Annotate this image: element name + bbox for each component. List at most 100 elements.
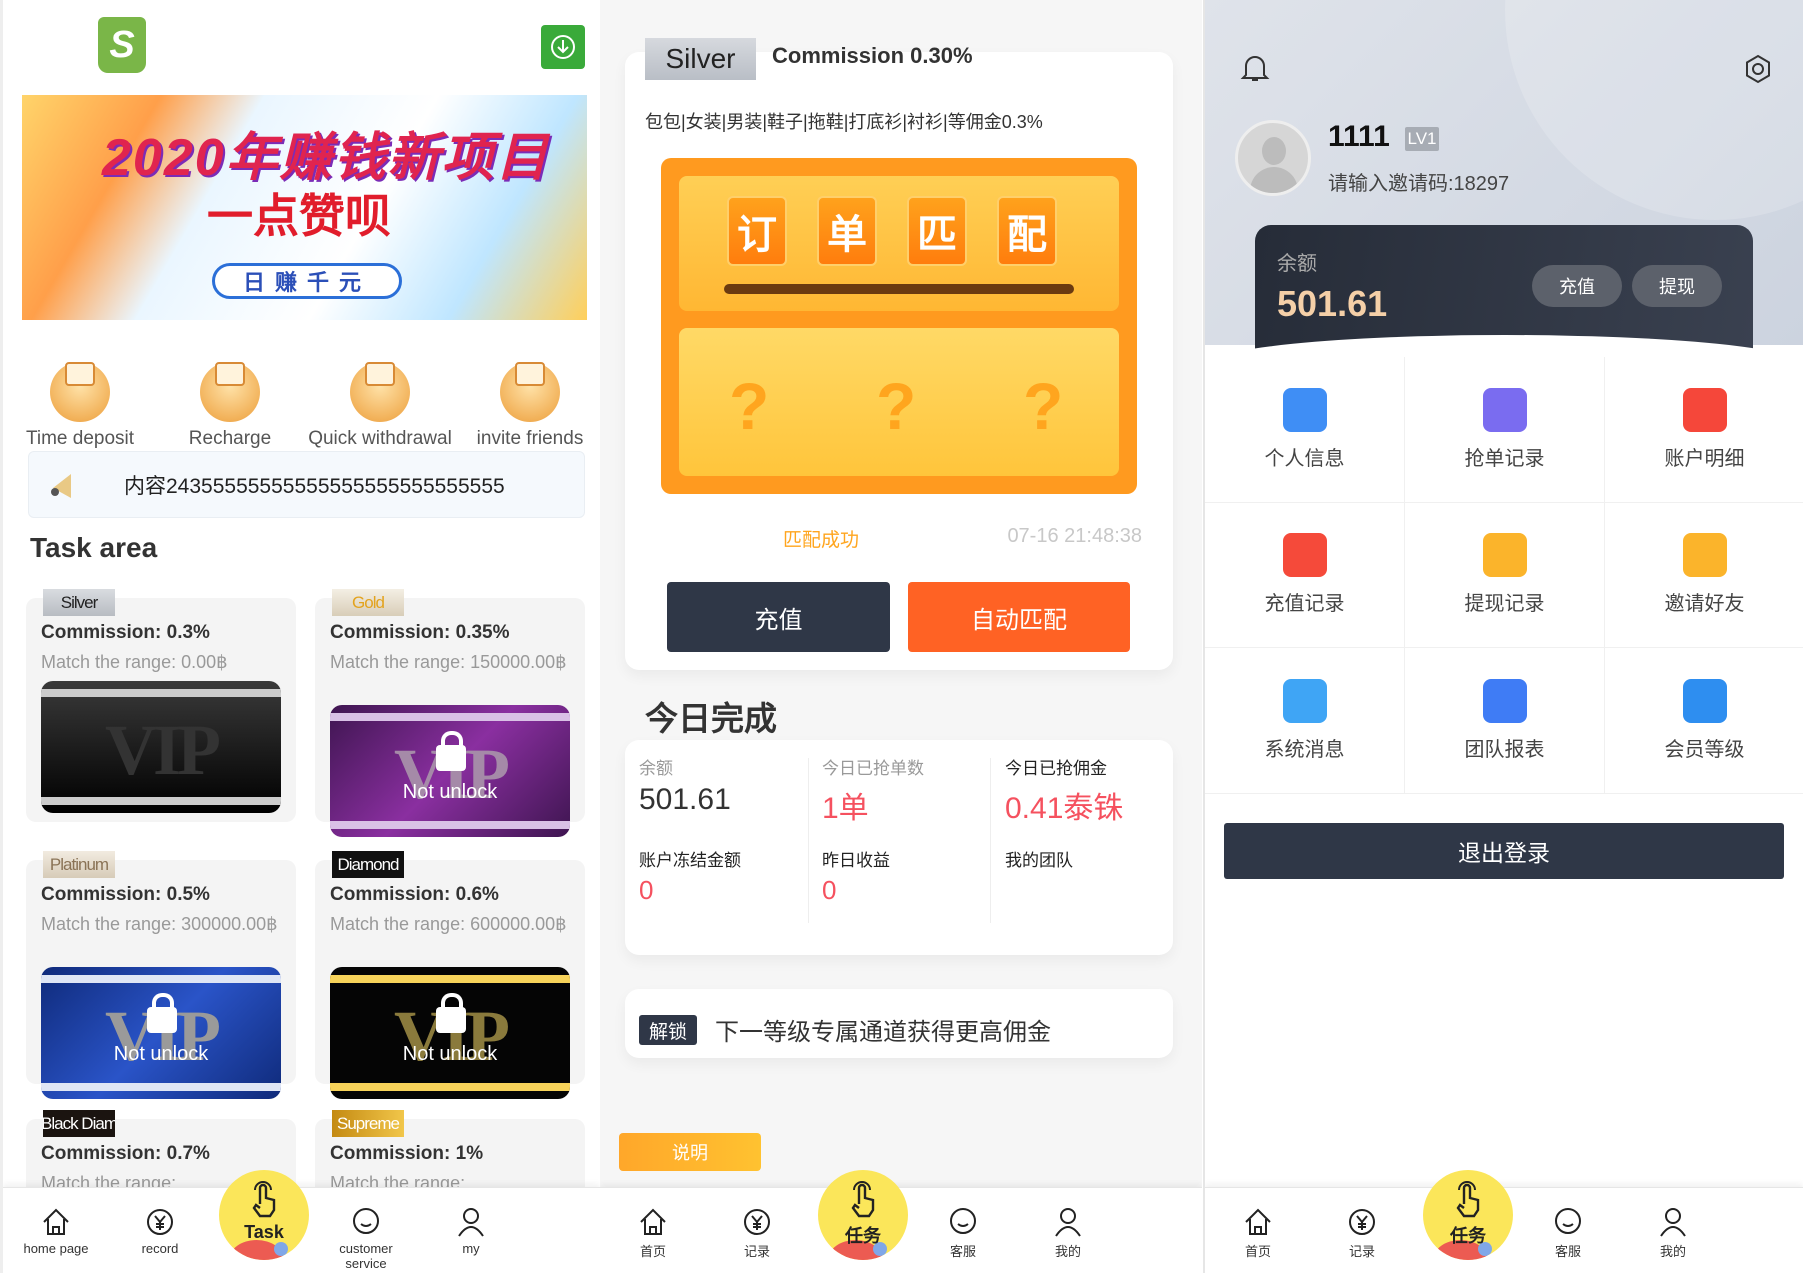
match-range: Match the range: 600000.00฿ (330, 914, 567, 934)
menu-label: 个人信息 (1264, 447, 1345, 470)
avatar[interactable] (1235, 120, 1311, 196)
menu-item-1[interactable]: 抢单记录 (1405, 357, 1605, 503)
nav-home[interactable]: home page (11, 1206, 101, 1256)
username: 1111 (1328, 120, 1390, 153)
quick-action-0[interactable]: Time deposit (5, 344, 155, 450)
my-icon (426, 1206, 516, 1238)
vip-card-image: VIP Not unlock (330, 705, 570, 837)
record-icon (115, 1206, 205, 1238)
banner-tagline: 日赚千元 (212, 263, 402, 299)
quick-action-1[interactable]: Recharge (155, 344, 305, 450)
level-card-gold[interactable]: Gold Commission: 0.35% Match the range: … (315, 589, 585, 837)
logout-button[interactable]: 退出登录 (1224, 823, 1784, 879)
my-icon (1628, 1206, 1718, 1238)
banner-headline: 2020年赚钱新项目 (102, 129, 550, 187)
balance-label: 余额 (1277, 253, 1317, 275)
service-icon (918, 1206, 1008, 1238)
bottom-nav: home page record Task customer service my (3, 1170, 600, 1273)
menu-item-5[interactable]: 邀请好友 (1605, 503, 1803, 649)
stat-item: 余额 501.61 (639, 754, 819, 817)
level-badge: Silver (43, 589, 115, 616)
document-icon (1482, 387, 1527, 432)
menu-label: 邀请好友 (1664, 593, 1745, 616)
stat-item: 我的团队 (1005, 846, 1185, 875)
nav-home[interactable]: 首页 (608, 1206, 698, 1260)
level-card-diamond[interactable]: Diamond Commission: 0.6% Match the range… (315, 851, 585, 1099)
stat-value: 1单 (822, 792, 869, 825)
auto-match-button[interactable]: 自动匹配 (908, 582, 1130, 652)
level-card-platinum[interactable]: Platinum Commission: 0.5% Match the rang… (26, 851, 296, 1099)
invite-code[interactable]: 请输入邀请码:18297 (1328, 167, 1509, 196)
nav-record[interactable]: 记录 (712, 1206, 802, 1260)
nav-service[interactable]: 客服 (918, 1206, 1008, 1260)
nav-label: 客服 (949, 1244, 976, 1259)
settings-icon[interactable] (1743, 54, 1773, 84)
money-bag-icon (1282, 533, 1327, 578)
nav-label: home page (23, 1241, 89, 1256)
stat-value: 501.61 (639, 783, 731, 816)
home-screen: S 2020年赚钱新项目 一点赞呗 日赚千元 Time deposit Recha… (0, 0, 600, 1273)
banner-subtitle: 一点赞呗 (207, 190, 391, 242)
nav-service[interactable]: customer service (321, 1206, 411, 1271)
nav-my[interactable]: 我的 (1023, 1206, 1113, 1260)
menu-item-2[interactable]: 账户明细 (1605, 357, 1803, 503)
withdraw-button[interactable]: 提现 (1632, 265, 1722, 307)
menu-label: 提现记录 (1464, 593, 1545, 616)
menu-label: 系统消息 (1264, 739, 1345, 762)
explain-button[interactable]: 说明 (619, 1133, 761, 1171)
stats-card: 余额 501.61 今日已抢单数 1单 今日已抢佣金 0.41泰铢 账户冻结金额 0 昨日收益 0… (625, 740, 1173, 955)
nav-my[interactable]: my (426, 1206, 516, 1256)
commission-rate: Commission: 0.3% (41, 622, 210, 643)
menu-item-0[interactable]: 个人信息 (1205, 357, 1405, 503)
shopify-logo: S (98, 17, 146, 73)
commission-rate: Commission 0.30% (772, 43, 973, 68)
money-bill-icon (1682, 387, 1727, 432)
home-icon (11, 1206, 101, 1238)
nav-home[interactable]: 首页 (1213, 1206, 1303, 1260)
quick-action-label: Recharge (188, 428, 272, 449)
nav-task-button[interactable]: Task (219, 1170, 309, 1260)
stat-label: 账户冻结金额 (639, 851, 741, 870)
bottom-nav: 首页 记录 任务客服 我的 (600, 1170, 1202, 1273)
nav-label: my (462, 1241, 480, 1256)
slot-placeholder: ? (876, 369, 917, 443)
quick-action-3[interactable]: invite friends (455, 344, 600, 450)
unlock-banner[interactable]: 解锁 下一等级专属通道获得更高佣金 (625, 989, 1173, 1058)
stat-value: 0 (822, 875, 837, 905)
nav-task-button[interactable]: 任务 (818, 1170, 908, 1260)
progress-rail (724, 284, 1074, 294)
menu-item-4[interactable]: 提现记录 (1405, 502, 1605, 649)
nav-my[interactable]: 我的 (1628, 1206, 1718, 1260)
record-icon (712, 1206, 802, 1238)
match-range: Match the range: 150000.00฿ (330, 652, 567, 672)
nav-record[interactable]: record (115, 1206, 205, 1256)
stat-value: 0.41泰铢 (1005, 792, 1124, 825)
vip-logo: VIP (105, 710, 221, 790)
machine-char: 匹 (907, 196, 967, 266)
menu-item-6[interactable]: 系统消息 (1205, 648, 1405, 794)
menu-item-3[interactable]: 充值记录 (1205, 502, 1405, 649)
layers-icon (1482, 679, 1527, 724)
nav-service[interactable]: 客服 (1523, 1206, 1613, 1260)
not-unlock-label: Not unlock (113, 1043, 209, 1065)
download-app-icon[interactable] (541, 25, 585, 69)
machine-char: 单 (817, 196, 877, 266)
level-card-silver[interactable]: Silver Commission: 0.3% Match the range:… (26, 589, 296, 822)
bell-icon[interactable] (1240, 52, 1270, 84)
menu-item-7[interactable]: 团队报表 (1405, 648, 1605, 794)
match-screen: Silver Commission 0.30% 包包|女装|男装|鞋子|拖鞋|打… (600, 0, 1202, 1273)
quick-action-2[interactable]: Quick withdrawal (305, 344, 455, 450)
notice-text: 内容24355555555555555555555555555 (124, 475, 505, 498)
menu-item-8[interactable]: 会员等级 (1605, 648, 1803, 794)
promo-banner[interactable]: 2020年赚钱新项目 一点赞呗 日赚千元 (22, 95, 587, 320)
recharge-button[interactable]: 充值 (667, 582, 890, 652)
recharge-button[interactable]: 充值 (1532, 265, 1622, 307)
commission-rate: Commission: 1% (330, 1143, 484, 1164)
level-badge: Platinum (43, 851, 115, 878)
unlock-text: 下一等级专属通道获得更高佣金 (715, 1019, 1051, 1046)
nav-record[interactable]: 记录 (1317, 1206, 1407, 1260)
nav-task-button[interactable]: 任务 (1423, 1170, 1513, 1260)
nav-label: record (141, 1241, 179, 1256)
not-unlock-label: Not unlock (402, 781, 498, 803)
stat-label: 昨日收益 (822, 851, 890, 870)
